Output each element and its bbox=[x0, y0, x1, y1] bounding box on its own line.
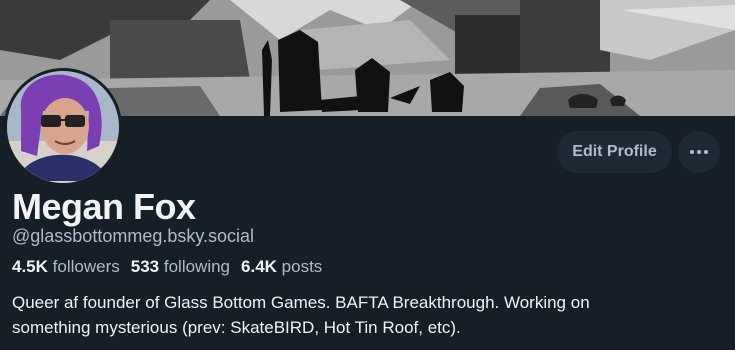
followers-count: 4.5K bbox=[12, 257, 48, 276]
posts-stat: 6.4K posts bbox=[241, 257, 322, 277]
followers-stat[interactable]: 4.5K followers bbox=[12, 257, 120, 277]
following-label: following bbox=[163, 257, 231, 276]
posts-count: 6.4K bbox=[241, 257, 277, 276]
bio-line: something mysterious (prev: SkateBIRD, H… bbox=[12, 318, 461, 337]
display-name: Megan Fox bbox=[12, 186, 196, 227]
followers-label: followers bbox=[52, 257, 120, 276]
profile-stats: 4.5K followers 533 following 6.4K posts bbox=[12, 257, 322, 277]
posts-label: posts bbox=[281, 257, 323, 276]
following-count: 533 bbox=[130, 257, 160, 276]
edit-profile-button[interactable]: Edit Profile bbox=[557, 131, 672, 173]
avatar[interactable] bbox=[4, 68, 122, 186]
avatar-image bbox=[7, 71, 119, 183]
profile-bio: Queer af founder of Glass Bottom Games. … bbox=[12, 290, 727, 340]
more-options-button[interactable] bbox=[678, 131, 720, 173]
bio-line: Queer af founder of Glass Bottom Games. … bbox=[12, 293, 590, 312]
ellipsis-icon bbox=[690, 150, 708, 154]
profile-handle[interactable]: @glassbottommeg.bsky.social bbox=[12, 226, 254, 247]
following-stat[interactable]: 533 following bbox=[131, 257, 230, 277]
